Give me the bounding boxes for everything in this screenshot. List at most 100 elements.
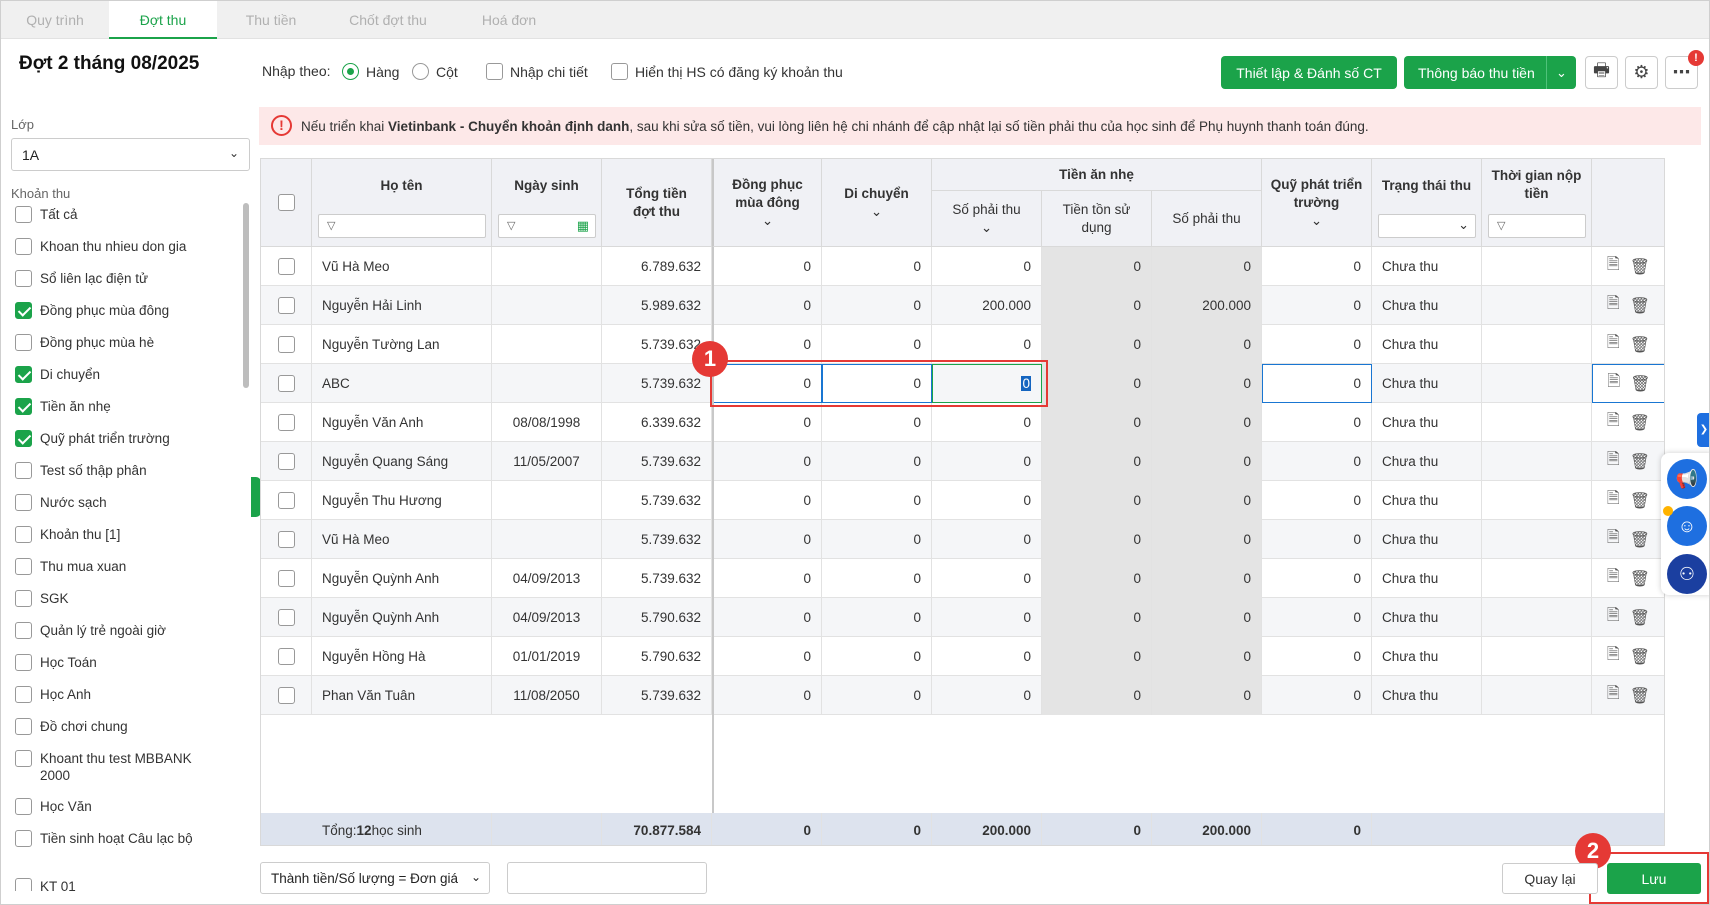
cell-fund[interactable]: 0: [1262, 442, 1372, 481]
checkbox-show-registered[interactable]: Hiển thị HS có đăng ký khoản thu: [611, 63, 843, 80]
tab-thu-tien[interactable]: Thu tiền: [217, 1, 325, 39]
receipt-icon[interactable]: 🗎: [1607, 487, 1620, 514]
radio-col-icon[interactable]: [412, 63, 429, 80]
row-checkbox[interactable]: [277, 492, 295, 509]
cell-act[interactable]: 🗎 🗑: [1592, 364, 1664, 403]
cell-act[interactable]: 🗎 🗑: [1592, 403, 1664, 442]
fee-item-checkbox[interactable]: [15, 526, 32, 543]
cell-act[interactable]: 🗎 🗑: [1592, 442, 1664, 481]
cell-due[interactable]: 0: [932, 325, 1042, 364]
cell-uniform[interactable]: 0: [712, 247, 822, 286]
receipt-icon[interactable]: 🗎: [1607, 409, 1620, 436]
cell-act[interactable]: 🗎 🗑: [1592, 325, 1664, 364]
trash-icon[interactable]: 🗑: [1630, 335, 1650, 355]
paytime-filter-input[interactable]: ▽: [1488, 214, 1586, 238]
fee-item-checkbox[interactable]: [15, 654, 32, 671]
fee-item[interactable]: Học Anh: [15, 686, 215, 703]
fee-item[interactable]: Khoản thu [1]: [15, 526, 215, 543]
fee-item[interactable]: Test số thập phân: [15, 462, 215, 479]
fee-item-checkbox[interactable]: [15, 878, 32, 891]
cell-chk[interactable]: [261, 286, 312, 325]
cell-uniform[interactable]: 0: [712, 325, 822, 364]
table-row[interactable]: Vũ Hà Meo 5.739.632 0 0 0 0 0 0 Chưa thu 🗎 🗑: [261, 520, 1664, 559]
cell-due[interactable]: 200.000: [932, 286, 1042, 325]
cell-transport[interactable]: 0: [822, 676, 932, 715]
row-checkbox[interactable]: [277, 336, 295, 353]
cell-due[interactable]: 0: [932, 676, 1042, 715]
fee-item[interactable]: Khoan thu nhieu don gia: [15, 238, 215, 255]
cell-transport[interactable]: 0: [822, 325, 932, 364]
cell-chk[interactable]: [261, 598, 312, 637]
cell-due[interactable]: 0: [932, 403, 1042, 442]
table-row[interactable]: Nguyễn Văn Anh 08/08/1998 6.339.632 0 0 0 0 0 0 C…: [261, 403, 1664, 442]
cell-fund[interactable]: 0: [1262, 286, 1372, 325]
trash-icon[interactable]: 🗑: [1630, 569, 1650, 589]
cell-act[interactable]: 🗎 🗑: [1592, 286, 1664, 325]
back-button[interactable]: Quay lại: [1502, 863, 1598, 894]
table-row[interactable]: Nguyễn Thu Hương 5.739.632 0 0 0 0 0 0 Chưa thu 🗎…: [261, 481, 1664, 520]
cell-chk[interactable]: [261, 520, 312, 559]
community-icon[interactable]: ☺: [1667, 506, 1707, 546]
receipt-icon[interactable]: 🗎: [1607, 292, 1620, 319]
fee-item[interactable]: Học Toán: [15, 654, 215, 671]
cell-chk[interactable]: [261, 325, 312, 364]
table-row[interactable]: Nguyễn Quang Sáng 11/05/2007 5.739.632 0 0 0 0…: [261, 442, 1664, 481]
trash-icon[interactable]: 🗑: [1630, 257, 1650, 277]
cell-transport[interactable]: 0: [822, 481, 932, 520]
table-row[interactable]: Nguyễn Quỳnh Anh 04/09/2013 5.790.632 0 0 0 0 0…: [261, 598, 1664, 637]
fee-item[interactable]: Quản lý trẻ ngoài giờ: [15, 622, 215, 639]
fee-item[interactable]: Tiền sinh hoạt Câu lạc bộ: [15, 830, 215, 847]
trash-icon[interactable]: 🗑: [1630, 452, 1650, 472]
setup-button[interactable]: Thiết lập & Đánh số CT: [1221, 56, 1397, 89]
select-all-checkbox[interactable]: [277, 194, 295, 211]
cell-due[interactable]: 0: [932, 247, 1042, 286]
radio-row-icon[interactable]: [342, 63, 359, 80]
cell-fund[interactable]: 0: [1262, 598, 1372, 637]
cell-fund[interactable]: 0: [1262, 364, 1372, 403]
megaphone-icon[interactable]: 📢: [1667, 459, 1707, 499]
cell-uniform[interactable]: 0: [712, 481, 822, 520]
settings-button[interactable]: ⚙: [1625, 56, 1658, 89]
row-checkbox[interactable]: [277, 297, 295, 314]
fee-item-checkbox[interactable]: [15, 750, 32, 767]
trash-icon[interactable]: 🗑: [1630, 491, 1650, 511]
row-checkbox[interactable]: [277, 648, 295, 665]
row-checkbox[interactable]: [277, 609, 295, 626]
row-checkbox[interactable]: [277, 453, 295, 470]
cell-fund[interactable]: 0: [1262, 247, 1372, 286]
cell-transport[interactable]: 0: [822, 403, 932, 442]
cell-act[interactable]: 🗎 🗑: [1592, 247, 1664, 286]
cell-transport[interactable]: 0: [822, 247, 932, 286]
fee-item[interactable]: Di chuyển: [15, 366, 215, 383]
trash-icon[interactable]: 🗑: [1630, 647, 1650, 667]
cell-act[interactable]: 🗎 🗑: [1592, 598, 1664, 637]
fee-item[interactable]: Sổ liên lạc điện tử: [15, 270, 215, 287]
fee-item-checkbox[interactable]: [15, 302, 32, 319]
expand-panel-handle[interactable]: ❯: [1697, 413, 1709, 447]
row-checkbox[interactable]: [277, 687, 295, 704]
cell-fund[interactable]: 0: [1262, 637, 1372, 676]
formula-select[interactable]: Thành tiền/Số lượng = Đơn giá ⌄: [260, 862, 490, 894]
cell-due[interactable]: 0: [932, 481, 1042, 520]
fee-item[interactable]: Học Văn: [15, 798, 215, 815]
receipt-icon[interactable]: 🗎: [1607, 253, 1620, 280]
receipt-icon[interactable]: 🗎: [1607, 682, 1620, 709]
fee-item[interactable]: Nước sạch: [15, 494, 215, 511]
fee-item-checkbox[interactable]: [15, 494, 32, 511]
fee-item[interactable]: KT 01: [15, 878, 215, 891]
cell-chk[interactable]: [261, 559, 312, 598]
cell-uniform[interactable]: 0: [712, 286, 822, 325]
receipt-icon[interactable]: 🗎: [1607, 643, 1620, 670]
dob-filter-input[interactable]: ▽ ▦: [498, 214, 596, 238]
fee-item-checkbox[interactable]: [15, 398, 32, 415]
fee-item[interactable]: Đồng phục mùa đông: [15, 302, 215, 319]
fee-item-checkbox[interactable]: [15, 798, 32, 815]
cell-transport[interactable]: 0: [822, 286, 932, 325]
cell-chk[interactable]: [261, 403, 312, 442]
cell-fund[interactable]: 0: [1262, 403, 1372, 442]
cell-chk[interactable]: [261, 364, 312, 403]
tab-chot-dot-thu[interactable]: Chốt đợt thu: [325, 1, 451, 39]
fee-item-checkbox[interactable]: [15, 206, 32, 223]
cell-uniform[interactable]: 0: [712, 442, 822, 481]
fee-item[interactable]: SGK: [15, 590, 215, 607]
